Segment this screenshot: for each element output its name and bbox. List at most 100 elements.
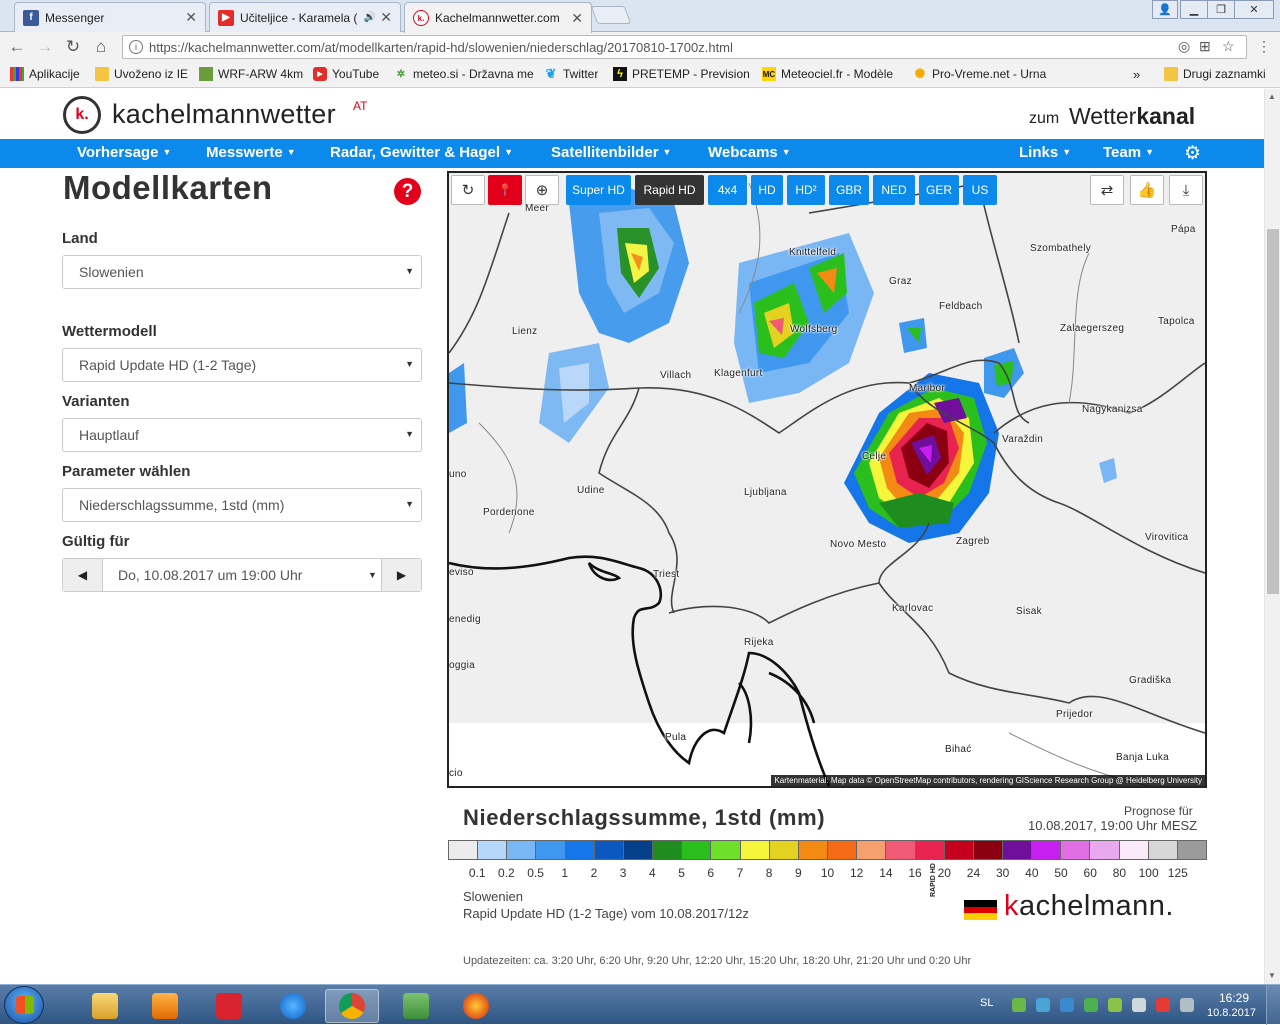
close-window-button[interactable]: ✕ <box>1234 0 1274 19</box>
scrollbar-thumb[interactable] <box>1267 229 1279 594</box>
prev-time-button[interactable]: ◀ <box>63 559 103 591</box>
bookmarks-more-button[interactable]: » <box>1133 67 1140 82</box>
start-button[interactable] <box>4 986 44 1024</box>
close-icon[interactable]: ✕ <box>185 9 197 26</box>
clock-time[interactable]: 16:29 <box>1219 991 1249 1005</box>
scroll-down-icon[interactable]: ▼ <box>1268 971 1276 980</box>
nav-messwerte[interactable]: Messwerte ▼ <box>206 144 296 161</box>
browser-tabstrip: f Messenger ✕ ▶ Učiteljice - Karamela ( … <box>0 0 1280 33</box>
bookmark-meteosi[interactable]: ✲ meteo.si - Državna me <box>394 67 534 81</box>
download-icon[interactable]: ⤓ <box>1169 175 1203 205</box>
help-icon[interactable]: ? <box>394 178 421 205</box>
volume-icon[interactable] <box>1132 998 1146 1012</box>
close-icon[interactable]: ✕ <box>571 10 583 27</box>
model-button-ger[interactable]: GER <box>919 175 959 205</box>
star-icon[interactable]: ☆ <box>1222 38 1235 55</box>
bookmark-label: Pro-Vreme.net - Urna <box>932 67 1047 81</box>
model-button-rapid-hd[interactable]: Rapid HD <box>635 175 704 205</box>
location-pin-icon[interactable]: 📍 <box>488 175 522 205</box>
explorer-taskbar-button[interactable] <box>78 989 132 1023</box>
param-select[interactable]: Niederschlagssumme, 1std (mm) ▼ <box>62 488 422 522</box>
bookmark-ie[interactable]: Uvoženo iz IE <box>95 67 188 81</box>
tab-messenger[interactable]: f Messenger ✕ <box>14 2 206 32</box>
model-button-ned[interactable]: NED <box>873 175 915 205</box>
wetterkanal-link[interactable]: Wetterkanal <box>1069 103 1195 130</box>
location-icon[interactable]: ◎ <box>1178 38 1190 55</box>
new-tab-button[interactable] <box>590 6 632 24</box>
nav-webcams[interactable]: Webcams ▼ <box>708 144 791 161</box>
tray-leaf-icon[interactable] <box>1012 998 1026 1012</box>
apps-icon <box>10 67 24 81</box>
nav-links[interactable]: Links ▼ <box>1019 144 1071 161</box>
audio-icon[interactable]: 🔊 <box>364 12 376 23</box>
bookmark-meteociel[interactable]: MC Meteociel.fr - Modèle <box>762 67 900 81</box>
tray-network-icon[interactable] <box>1036 998 1050 1012</box>
model-select[interactable]: Rapid Update HD (1-2 Tage) ▼ <box>62 348 422 382</box>
kachelmann-logo-icon[interactable]: k. <box>63 96 101 134</box>
model-button-gbr[interactable]: GBR <box>829 175 869 205</box>
firefox-taskbar-button[interactable] <box>449 989 503 1023</box>
color-swatch <box>944 841 974 859</box>
bookmark-pretemp[interactable]: ϟ PRETEMP - Previsione <box>613 67 750 81</box>
model-button-hd[interactable]: HD <box>751 175 783 205</box>
color-swatch <box>565 841 595 859</box>
swap-icon[interactable]: ⇄ <box>1090 175 1124 205</box>
sun-icon: ✺ <box>914 67 926 81</box>
back-icon[interactable]: ← <box>6 36 28 58</box>
bookmark-twitter[interactable]: ❦ Twitter <box>544 67 599 81</box>
land-select[interactable]: Slowenien ▼ <box>62 255 422 289</box>
date-select[interactable]: Do, 10.08.2017 um 19:00 Uhr <box>118 567 302 583</box>
game-taskbar-button[interactable] <box>389 989 443 1023</box>
model-button-hd2[interactable]: HD² <box>787 175 825 205</box>
app-taskbar-button[interactable] <box>202 989 256 1023</box>
page-scrollbar[interactable]: ▲ ▼ <box>1264 89 1280 984</box>
language-indicator[interactable]: SL <box>980 997 993 1009</box>
model-button-4x4[interactable]: 4x4 <box>708 175 747 205</box>
info-icon[interactable]: i <box>129 40 143 54</box>
color-swatch <box>857 841 887 859</box>
bookmark-youtube[interactable]: ▶ YouTube <box>313 67 379 81</box>
profile-icon[interactable]: 👤 <box>1152 0 1178 19</box>
media-player-taskbar-button[interactable] <box>138 989 192 1023</box>
tray-drop-icon[interactable] <box>1060 998 1074 1012</box>
model-button-super-hd[interactable]: Super HD <box>566 175 631 205</box>
clock-date[interactable]: 10.8.2017 <box>1207 1007 1256 1019</box>
next-time-button[interactable]: ▶ <box>381 559 421 591</box>
minimize-button[interactable]: ▁ <box>1180 0 1208 19</box>
menu-icon[interactable]: ⋮ <box>1257 38 1271 55</box>
gear-icon[interactable]: ⚙ <box>1184 142 1201 165</box>
model-button-us[interactable]: US <box>963 175 997 205</box>
restore-button[interactable]: ❐ <box>1207 0 1235 19</box>
like-icon[interactable]: 👍 <box>1130 175 1164 205</box>
translate-icon[interactable]: ⊞ <box>1199 38 1211 55</box>
nav-satellitenbilder[interactable]: Satellitenbilder ▼ <box>551 144 671 161</box>
home-icon[interactable]: ⌂ <box>90 36 112 58</box>
precipitation-map[interactable]: ↻ 📍 ⊕ Super HD Rapid HD 4x4 HD HD² GBR N… <box>447 171 1207 788</box>
wetterkanal-prefix[interactable]: zum <box>1029 110 1059 128</box>
nav-team[interactable]: Team ▼ <box>1103 144 1154 161</box>
site-logo-text[interactable]: kachelmannwetter <box>112 99 336 130</box>
tray-shield-icon[interactable] <box>1084 998 1098 1012</box>
bookmark-other[interactable]: Drugi zaznamki <box>1164 67 1266 81</box>
zoom-icon[interactable]: ⊕ <box>525 175 559 205</box>
tab-kachelmann[interactable]: k. Kachelmannwetter.com ✕ <box>404 2 592 33</box>
nav-vorhersage[interactable]: Vorhersage ▼ <box>77 144 171 161</box>
tray-app-icon[interactable] <box>1108 998 1122 1012</box>
variant-select[interactable]: Hauptlauf ▼ <box>62 418 422 452</box>
nav-radar[interactable]: Radar, Gewitter & Hagel ▼ <box>330 144 513 161</box>
bookmark-provreme[interactable]: ✺ Pro-Vreme.net - Urna <box>913 67 1049 81</box>
address-bar[interactable]: i https://kachelmannwetter.com/at/modell… <box>122 35 1247 59</box>
show-desktop-button[interactable] <box>1266 985 1280 1025</box>
bookmark-apps[interactable]: Aplikacije <box>10 67 80 81</box>
flag-icon[interactable] <box>1156 998 1170 1012</box>
chrome-taskbar-button[interactable] <box>325 989 379 1023</box>
close-icon[interactable]: ✕ <box>380 9 392 26</box>
tab-youtube[interactable]: ▶ Učiteljice - Karamela ( 🔊 ✕ <box>209 2 401 32</box>
forward-icon[interactable]: → <box>34 36 56 58</box>
reload-icon[interactable]: ↻ <box>62 36 84 58</box>
refresh-icon[interactable]: ↻ <box>451 175 485 205</box>
scroll-up-icon[interactable]: ▲ <box>1268 92 1276 101</box>
ie-taskbar-button[interactable] <box>266 989 320 1023</box>
signal-icon[interactable] <box>1180 998 1194 1012</box>
bookmark-wrf[interactable]: WRF-ARW 4km <box>199 67 303 81</box>
